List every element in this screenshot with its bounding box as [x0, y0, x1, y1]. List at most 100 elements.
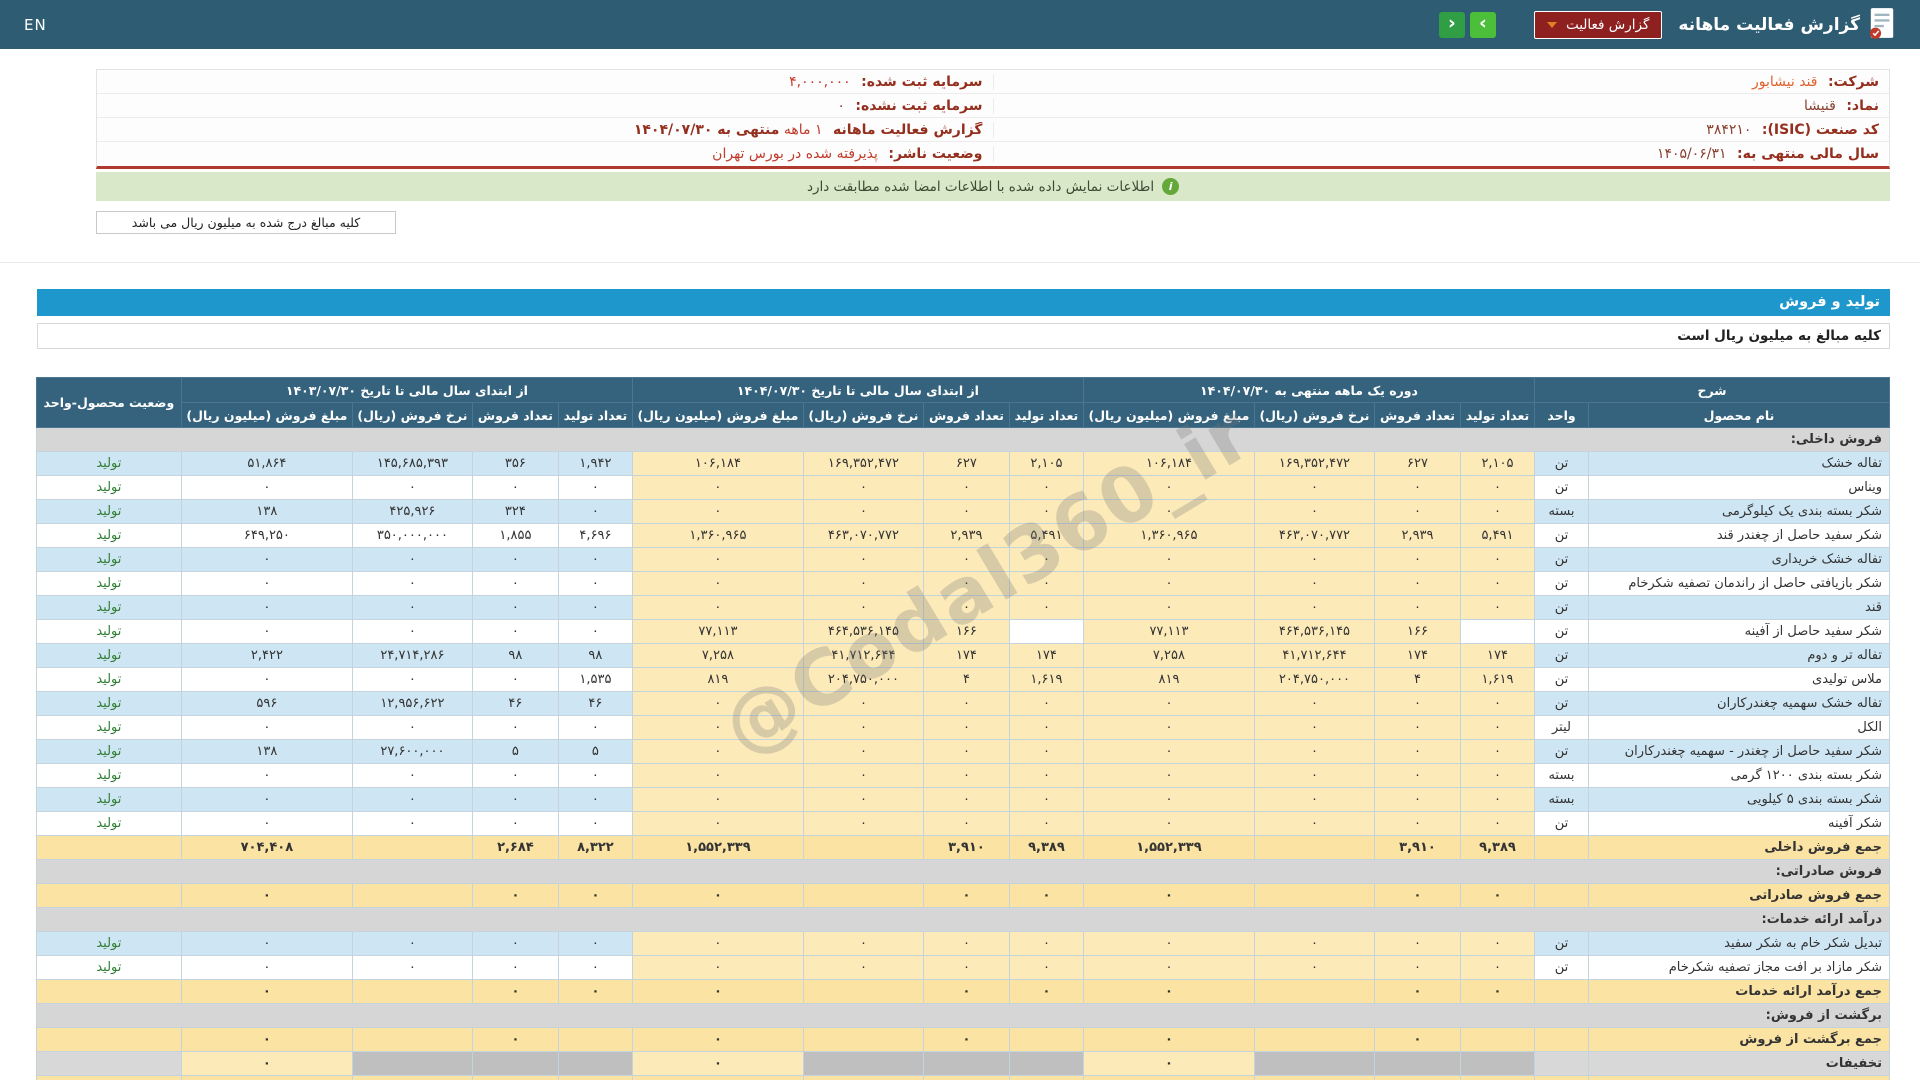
value-cell: ۱۲,۹۵۶,۶۲۲ — [352, 692, 472, 716]
previous-report-button[interactable]: ‹ — [1439, 12, 1465, 38]
value-cell: ۰ — [1009, 956, 1083, 980]
value-cell: ۴ — [923, 668, 1009, 692]
table-row-total: جمع برگشت از فروش۰۰۰۰۰۰ — [36, 1028, 1889, 1052]
value-cell: ۰ — [472, 1028, 558, 1052]
value-cell — [1254, 836, 1374, 860]
value-cell: ۱۶۶ — [923, 620, 1009, 644]
value-cell: ۰ — [558, 620, 632, 644]
value-cell: ۰ — [1374, 788, 1460, 812]
value-cell: ۰ — [472, 668, 558, 692]
value-cell: ۰ — [1460, 740, 1534, 764]
table-row-data: شکر آفینهتن۰۰۰۰۰۰۰۰۰۰۰۰تولید — [36, 812, 1889, 836]
value-cell: ۰ — [472, 620, 558, 644]
value-cell: ۰ — [803, 548, 923, 572]
status-cell: تولید — [36, 668, 181, 692]
value-cell: ۰ — [1083, 716, 1254, 740]
table-row-data: ویناستن۰۰۰۰۰۰۰۰۰۰۰۰تولید — [36, 476, 1889, 500]
value-cell: ۰ — [472, 812, 558, 836]
product-name-cell: جمع فروش داخلی — [1589, 836, 1890, 860]
unregistered-capital-value: ۰ — [837, 98, 845, 114]
language-toggle-en[interactable]: EN — [24, 16, 47, 34]
col-qty-sold: تعداد فروش — [1374, 403, 1460, 428]
value-cell: ۲,۱۰۵ — [1009, 452, 1083, 476]
value-cell: ۰ — [1460, 932, 1534, 956]
value-cell: ۰ — [1009, 764, 1083, 788]
value-cell: ۷,۲۵۸ — [1083, 644, 1254, 668]
production-sales-table: شرح دوره یک ماهه منتهی به ۱۴۰۴/۰۷/۳۰ از … — [36, 377, 1890, 1080]
unit-cell: تن — [1534, 692, 1588, 716]
value-cell: ۰ — [1083, 1028, 1254, 1052]
status-cell: تولید — [36, 812, 181, 836]
value-cell: ۷۰۴,۴۰۸ — [181, 836, 352, 860]
report-period-highlight: ۱ ماهه — [784, 122, 823, 138]
value-cell: ۱,۵۳۵ — [558, 668, 632, 692]
value-cell: ۰ — [352, 932, 472, 956]
next-report-button[interactable]: › — [1470, 12, 1496, 38]
value-cell: ۰ — [1460, 716, 1534, 740]
value-cell: ۰ — [181, 476, 352, 500]
value-cell: ۱۰۶,۱۸۴ — [632, 452, 803, 476]
table-row-total: جمع درآمد ارائه خدمات۰۰۰۰۰۰۰۰۰ — [36, 980, 1889, 1004]
value-cell: ۴۱,۷۱۲,۶۴۴ — [1254, 644, 1374, 668]
value-cell: ۴۶۴,۵۳۶,۱۴۵ — [1254, 620, 1374, 644]
registered-capital-label: سرمایه ثبت شده: — [861, 74, 982, 90]
value-cell: ۰ — [1254, 548, 1374, 572]
signed-info-banner: i اطلاعات نمایش داده شده با اطلاعات امضا… — [96, 172, 1890, 201]
value-cell: ۰ — [632, 692, 803, 716]
value-cell: ۰ — [352, 548, 472, 572]
status-cell: تولید — [36, 716, 181, 740]
value-cell: ۱۳۸ — [181, 500, 352, 524]
col-sale-rate: نرخ فروش (ریال) — [1254, 403, 1374, 428]
col-qty-produced: تعداد تولید — [558, 403, 632, 428]
value-cell — [352, 884, 472, 908]
status-cell: تولید — [36, 500, 181, 524]
unit-cell — [1534, 836, 1588, 860]
value-cell: ۰ — [472, 956, 558, 980]
value-cell — [1254, 1076, 1374, 1080]
product-name-cell: شکر بسته بندی ۵ کیلویی — [1589, 788, 1890, 812]
value-cell: ۰ — [923, 764, 1009, 788]
value-cell: ۰ — [1009, 476, 1083, 500]
value-cell: ۰ — [632, 764, 803, 788]
value-cell: ۰ — [181, 788, 352, 812]
value-cell: ۴۶ — [472, 692, 558, 716]
value-cell: ۰ — [923, 980, 1009, 1004]
value-cell: ۹۸ — [558, 644, 632, 668]
value-cell: ۰ — [1374, 932, 1460, 956]
report-type-dropdown[interactable]: گزارش فعالیت — [1534, 11, 1662, 39]
col-qty-sold: تعداد فروش — [923, 403, 1009, 428]
table-row-section: فروش داخلی: — [36, 428, 1889, 452]
value-cell: ۰ — [558, 956, 632, 980]
value-cell: ۰ — [1083, 956, 1254, 980]
unit-cell — [1534, 884, 1588, 908]
unit-cell: تن — [1534, 476, 1588, 500]
value-cell — [803, 1052, 923, 1076]
product-name-cell: شکر مازاد بر افت مجاز تصفیه شکرخام — [1589, 956, 1890, 980]
unit-cell: لیتر — [1534, 716, 1588, 740]
value-cell — [1460, 1052, 1534, 1076]
value-cell: ۰ — [803, 764, 923, 788]
value-cell: ۱۷۴ — [1009, 644, 1083, 668]
value-cell: ۰ — [1254, 596, 1374, 620]
isic-field: کد صنعت (ISIC): ۳۸۴۲۱۰ — [993, 122, 1890, 138]
product-name-cell: شکر سفید حاصل از چغندر قند — [1589, 524, 1890, 548]
value-cell: ۰ — [1460, 788, 1534, 812]
section-label: درآمد ارائه خدمات: — [36, 908, 1889, 932]
value-cell: ۰ — [1083, 548, 1254, 572]
value-cell: ۰ — [472, 764, 558, 788]
page-divider — [0, 262, 1920, 263]
value-cell: ۹,۳۸۹ — [1009, 836, 1083, 860]
company-name-link[interactable]: قند نیشابور — [1752, 74, 1817, 90]
unit-cell — [1534, 1028, 1588, 1052]
table-row-data: شکر سفید حاصل از چغندر قندتن۵,۴۹۱۲,۹۳۹۴۶… — [36, 524, 1889, 548]
value-cell: ۰ — [923, 788, 1009, 812]
col-product-name: نام محصول — [1589, 403, 1890, 428]
value-cell: ۲۰۴,۷۵۰,۰۰۰ — [803, 668, 923, 692]
value-cell — [1460, 620, 1534, 644]
product-name-cell: جمع فروش صادراتی — [1589, 884, 1890, 908]
status-cell: تولید — [36, 476, 181, 500]
value-cell: ۰ — [1374, 1028, 1460, 1052]
value-cell: ۰ — [558, 500, 632, 524]
value-cell: ۰ — [181, 980, 352, 1004]
value-cell: ۱۰۶,۱۸۴ — [1083, 452, 1254, 476]
